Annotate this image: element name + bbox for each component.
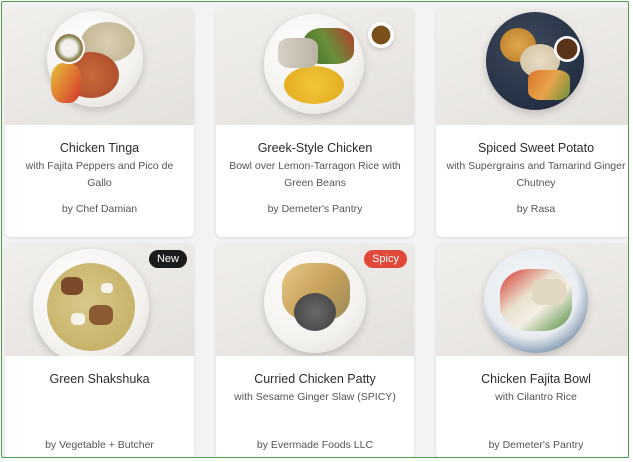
meal-subtitle: with Sesame Ginger Slaw (SPICY) [234, 391, 396, 403]
meal-chef: by Evermade Foods LLC [256, 439, 374, 451]
meal-title: Green Shakshuka [49, 372, 150, 386]
meal-card-chicken-fajita-bowl[interactable]: Chicken Fajita Bowl with Cilantro Rice b… [436, 243, 628, 457]
meal-subtitle: Bowl over Lemon-Tarragon Rice with Green… [229, 160, 401, 189]
meal-card-greek-style-chicken[interactable]: Greek-Style Chicken Bowl over Lemon-Tarr… [216, 8, 414, 237]
meal-photo [5, 8, 194, 125]
meal-title: Chicken Tinga [59, 141, 140, 155]
meal-subtitle: with Fajita Peppers and Pico de Gallo [25, 160, 174, 189]
meal-grid-frame: Chicken Tinga with Fajita Peppers and Pi… [1, 1, 629, 458]
meal-card-curried-chicken-patty[interactable]: Spicy Curried Chicken Patty with Sesame … [216, 243, 414, 457]
meal-card-spiced-sweet-potato[interactable]: Spiced Sweet Potato with Supergrains and… [436, 8, 628, 237]
meal-title: Spiced Sweet Potato [477, 141, 595, 155]
meal-grid: Chicken Tinga with Fajita Peppers and Pi… [5, 8, 628, 457]
meal-chef: by Vegetable + Butcher [45, 439, 154, 451]
meal-card-green-shakshuka[interactable]: New Green Shakshuka by Vegetable + Butch… [5, 243, 194, 457]
meal-subtitle: with Cilantro Rice [495, 391, 577, 403]
meal-photo [436, 243, 628, 356]
new-badge: New [148, 250, 187, 268]
meal-subtitle: with Supergrains and Tamarind Ginger Chu… [446, 160, 626, 189]
meal-chef: by Chef Damian [61, 203, 138, 215]
meal-card-chicken-tinga[interactable]: Chicken Tinga with Fajita Peppers and Pi… [5, 8, 194, 237]
spicy-badge: Spicy [364, 250, 407, 268]
meal-chef: by Demeter's Pantry [267, 203, 363, 215]
meal-chef: by Rasa [516, 203, 556, 215]
meal-chef: by Demeter's Pantry [488, 439, 584, 451]
meal-title: Curried Chicken Patty [254, 372, 376, 386]
meal-title: Greek-Style Chicken [257, 141, 373, 155]
meal-photo [436, 8, 628, 125]
meal-title: Chicken Fajita Bowl [481, 372, 591, 386]
meal-subtitle [5, 389, 194, 423]
meal-photo [216, 8, 414, 125]
